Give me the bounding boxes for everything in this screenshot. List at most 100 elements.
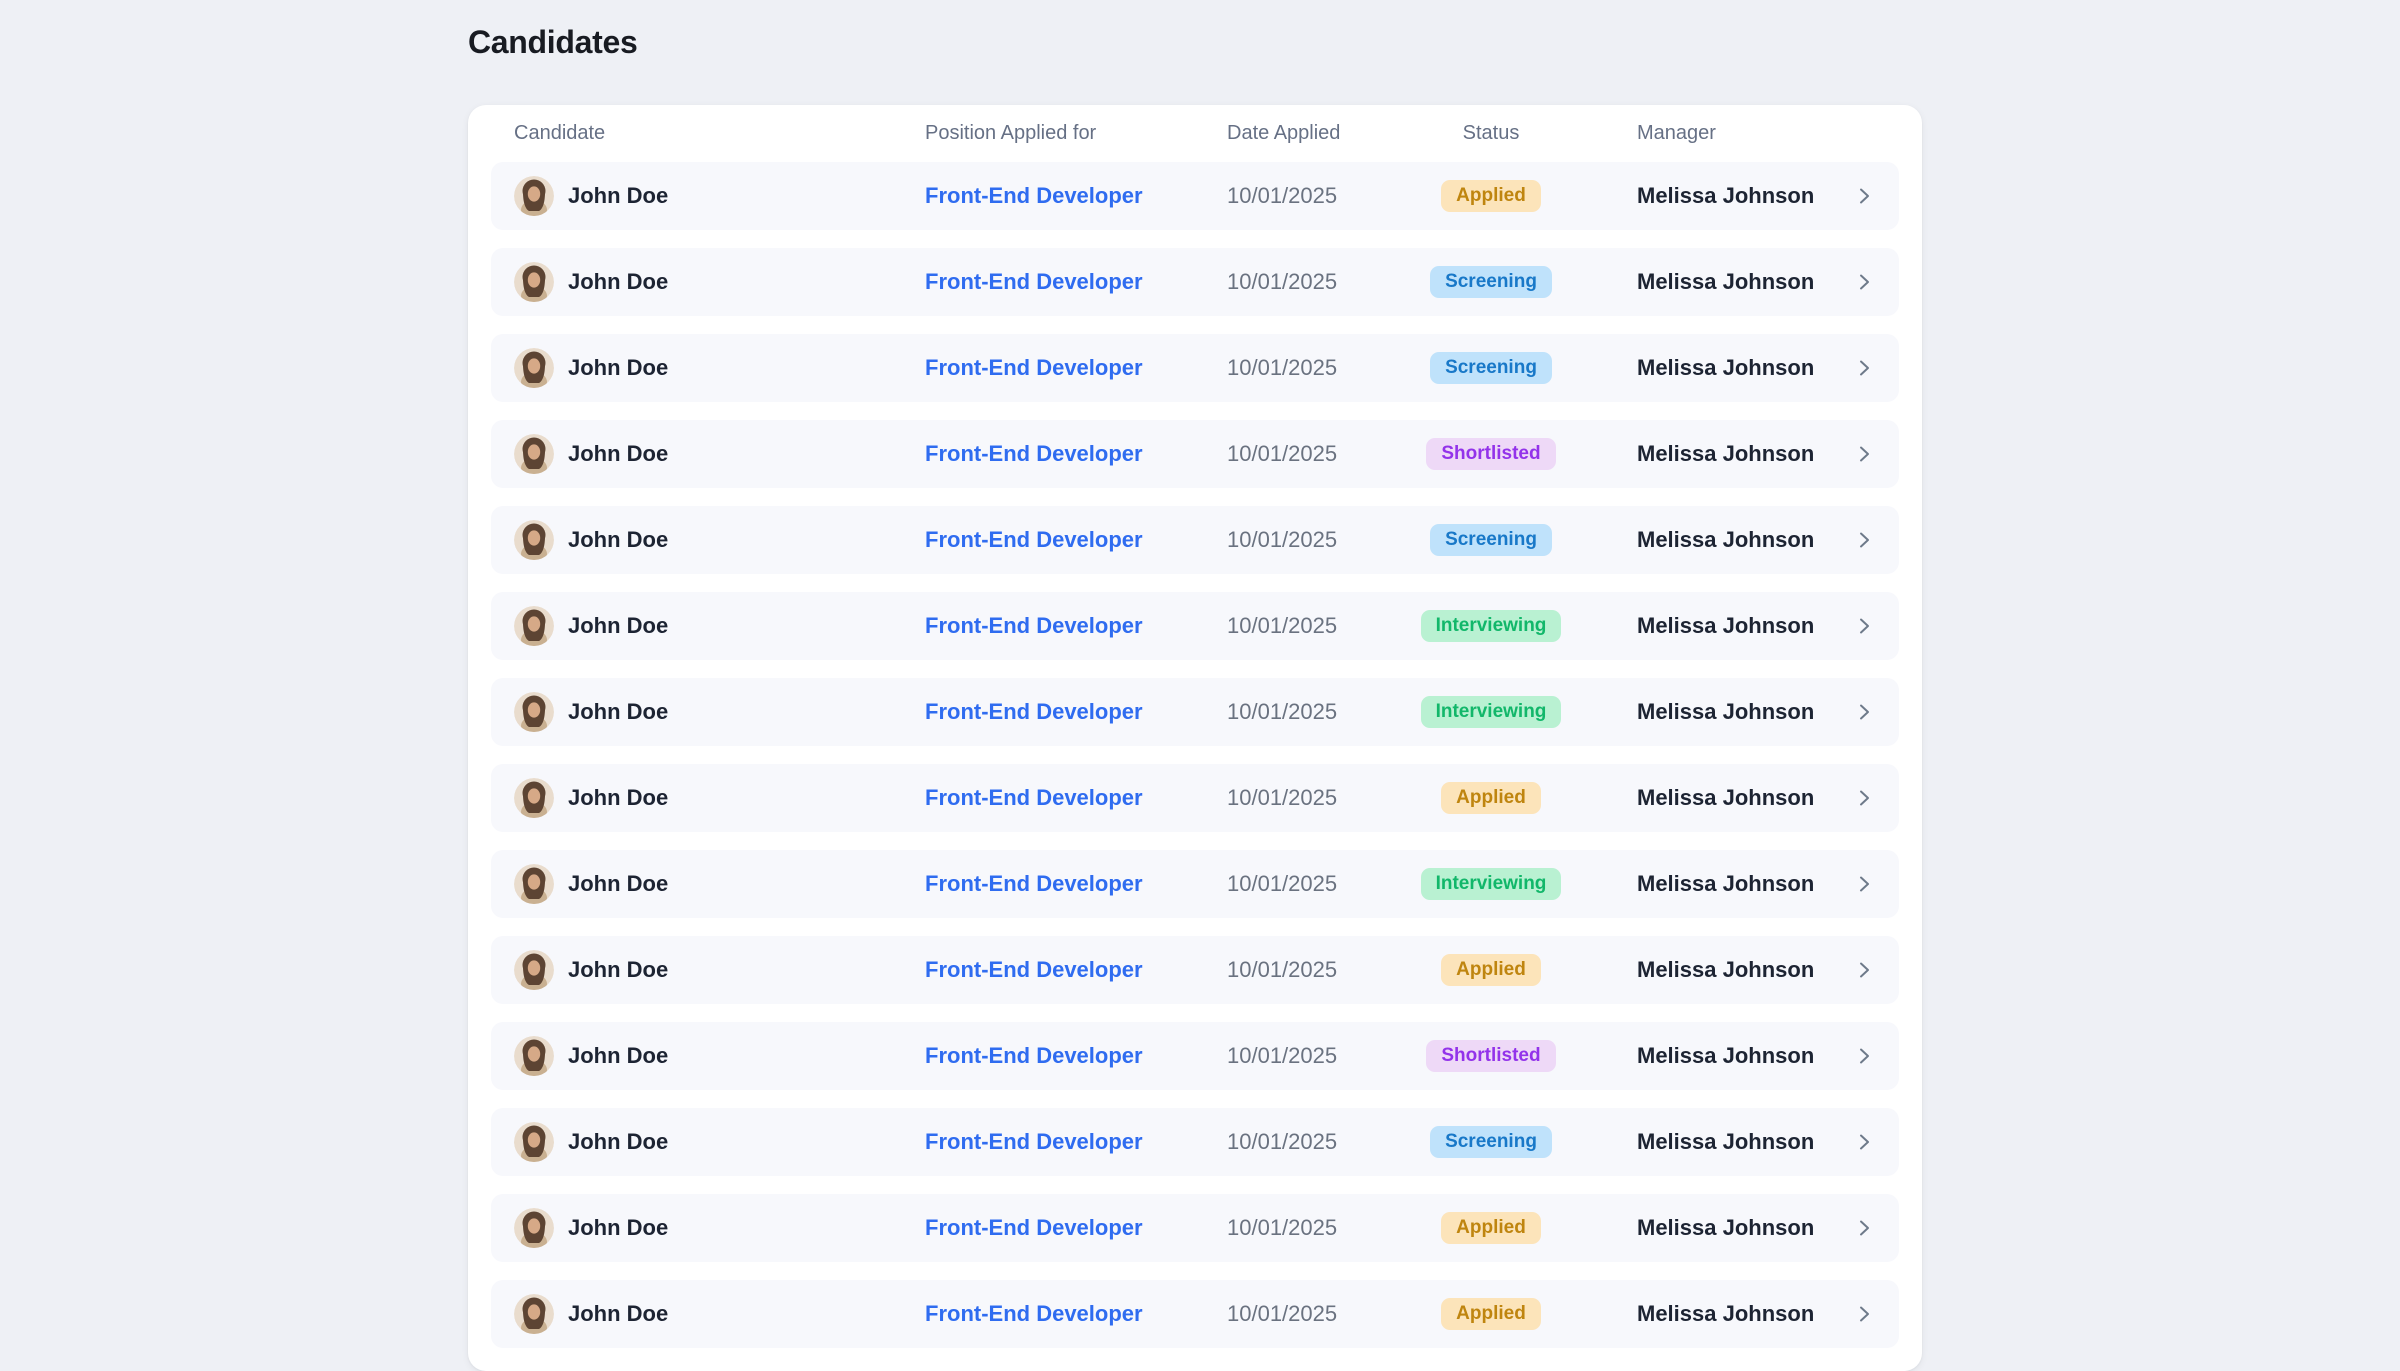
manager-name: Melissa Johnson xyxy=(1637,183,1814,208)
table-row[interactable]: John Doe Front-End Developer 10/01/2025 … xyxy=(491,420,1899,488)
date-applied: 10/01/2025 xyxy=(1227,527,1391,553)
avatar xyxy=(514,348,554,388)
position-link[interactable]: Front-End Developer xyxy=(925,699,1143,724)
chevron-right-icon[interactable] xyxy=(1853,873,1875,895)
table-row[interactable]: John Doe Front-End Developer 10/01/2025 … xyxy=(491,1108,1899,1176)
candidate-cell: John Doe xyxy=(514,176,925,216)
position-link[interactable]: Front-End Developer xyxy=(925,183,1143,208)
table-row[interactable]: John Doe Front-End Developer 10/01/2025 … xyxy=(491,506,1899,574)
column-header-date: Date Applied xyxy=(1227,122,1391,145)
candidate-cell: John Doe xyxy=(514,434,925,474)
avatar xyxy=(514,1208,554,1248)
table-row[interactable]: John Doe Front-End Developer 10/01/2025 … xyxy=(491,162,1899,230)
table-row[interactable]: John Doe Front-End Developer 10/01/2025 … xyxy=(491,936,1899,1004)
table-row[interactable]: John Doe Front-End Developer 10/01/2025 … xyxy=(491,1022,1899,1090)
candidate-name: John Doe xyxy=(568,785,668,811)
manager-name: Melissa Johnson xyxy=(1637,1129,1814,1154)
position-link[interactable]: Front-End Developer xyxy=(925,785,1143,810)
chevron-right-icon[interactable] xyxy=(1853,959,1875,981)
chevron-right-icon[interactable] xyxy=(1853,787,1875,809)
avatar xyxy=(514,176,554,216)
chevron-right-icon[interactable] xyxy=(1853,615,1875,637)
chevron-right-icon[interactable] xyxy=(1853,1217,1875,1239)
date-applied: 10/01/2025 xyxy=(1227,1129,1391,1155)
date-applied: 10/01/2025 xyxy=(1227,1301,1391,1327)
position-link[interactable]: Front-End Developer xyxy=(925,613,1143,638)
table-row[interactable]: John Doe Front-End Developer 10/01/2025 … xyxy=(491,248,1899,316)
candidate-name: John Doe xyxy=(568,871,668,897)
position-link[interactable]: Front-End Developer xyxy=(925,1301,1143,1326)
candidate-name: John Doe xyxy=(568,957,668,983)
manager-name: Melissa Johnson xyxy=(1637,613,1814,638)
candidate-name: John Doe xyxy=(568,355,668,381)
chevron-right-icon[interactable] xyxy=(1853,1303,1875,1325)
date-applied: 10/01/2025 xyxy=(1227,1043,1391,1069)
status-badge: Screening xyxy=(1430,266,1552,298)
status-badge: Screening xyxy=(1430,1126,1552,1158)
candidate-name: John Doe xyxy=(568,1129,668,1155)
position-link[interactable]: Front-End Developer xyxy=(925,441,1143,466)
candidate-name: John Doe xyxy=(568,441,668,467)
manager-name: Melissa Johnson xyxy=(1637,527,1814,552)
candidate-cell: John Doe xyxy=(514,1208,925,1248)
date-applied: 10/01/2025 xyxy=(1227,785,1391,811)
position-link[interactable]: Front-End Developer xyxy=(925,355,1143,380)
table-row[interactable]: John Doe Front-End Developer 10/01/2025 … xyxy=(491,678,1899,746)
table-row[interactable]: John Doe Front-End Developer 10/01/2025 … xyxy=(491,850,1899,918)
column-header-manager: Manager xyxy=(1591,122,1839,145)
status-badge: Interviewing xyxy=(1421,868,1562,900)
manager-name: Melissa Johnson xyxy=(1637,441,1814,466)
status-badge: Shortlisted xyxy=(1426,438,1555,470)
status-badge: Applied xyxy=(1441,1298,1541,1330)
candidate-cell: John Doe xyxy=(514,1122,925,1162)
position-link[interactable]: Front-End Developer xyxy=(925,1215,1143,1240)
status-badge: Screening xyxy=(1430,524,1552,556)
position-link[interactable]: Front-End Developer xyxy=(925,957,1143,982)
position-link[interactable]: Front-End Developer xyxy=(925,1043,1143,1068)
date-applied: 10/01/2025 xyxy=(1227,871,1391,897)
candidate-cell: John Doe xyxy=(514,520,925,560)
candidate-cell: John Doe xyxy=(514,864,925,904)
table-row[interactable]: John Doe Front-End Developer 10/01/2025 … xyxy=(491,764,1899,832)
candidate-cell: John Doe xyxy=(514,778,925,818)
candidate-name: John Doe xyxy=(568,527,668,553)
chevron-right-icon[interactable] xyxy=(1853,1045,1875,1067)
avatar xyxy=(514,262,554,302)
manager-name: Melissa Johnson xyxy=(1637,355,1814,380)
table-row[interactable]: John Doe Front-End Developer 10/01/2025 … xyxy=(491,1194,1899,1262)
date-applied: 10/01/2025 xyxy=(1227,1215,1391,1241)
avatar xyxy=(514,520,554,560)
chevron-right-icon[interactable] xyxy=(1853,701,1875,723)
chevron-right-icon[interactable] xyxy=(1853,357,1875,379)
candidate-name: John Doe xyxy=(568,1301,668,1327)
position-link[interactable]: Front-End Developer xyxy=(925,269,1143,294)
column-header-status: Status xyxy=(1391,122,1591,145)
avatar xyxy=(514,1122,554,1162)
candidate-name: John Doe xyxy=(568,1043,668,1069)
date-applied: 10/01/2025 xyxy=(1227,183,1391,209)
table-row[interactable]: John Doe Front-End Developer 10/01/2025 … xyxy=(491,1280,1899,1348)
avatar xyxy=(514,950,554,990)
status-badge: Screening xyxy=(1430,352,1552,384)
table-row[interactable]: John Doe Front-End Developer 10/01/2025 … xyxy=(491,592,1899,660)
candidate-cell: John Doe xyxy=(514,348,925,388)
chevron-right-icon[interactable] xyxy=(1853,529,1875,551)
date-applied: 10/01/2025 xyxy=(1227,957,1391,983)
position-link[interactable]: Front-End Developer xyxy=(925,1129,1143,1154)
date-applied: 10/01/2025 xyxy=(1227,355,1391,381)
position-link[interactable]: Front-End Developer xyxy=(925,871,1143,896)
avatar xyxy=(514,1294,554,1334)
candidate-cell: John Doe xyxy=(514,1036,925,1076)
chevron-right-icon[interactable] xyxy=(1853,185,1875,207)
candidate-name: John Doe xyxy=(568,699,668,725)
avatar xyxy=(514,778,554,818)
chevron-right-icon[interactable] xyxy=(1853,1131,1875,1153)
position-link[interactable]: Front-End Developer xyxy=(925,527,1143,552)
chevron-right-icon[interactable] xyxy=(1853,271,1875,293)
avatar xyxy=(514,1036,554,1076)
status-badge: Shortlisted xyxy=(1426,1040,1555,1072)
date-applied: 10/01/2025 xyxy=(1227,441,1391,467)
table-row[interactable]: John Doe Front-End Developer 10/01/2025 … xyxy=(491,334,1899,402)
chevron-right-icon[interactable] xyxy=(1853,443,1875,465)
candidates-page: Candidates Candidate Position Applied fo… xyxy=(0,0,2400,1350)
